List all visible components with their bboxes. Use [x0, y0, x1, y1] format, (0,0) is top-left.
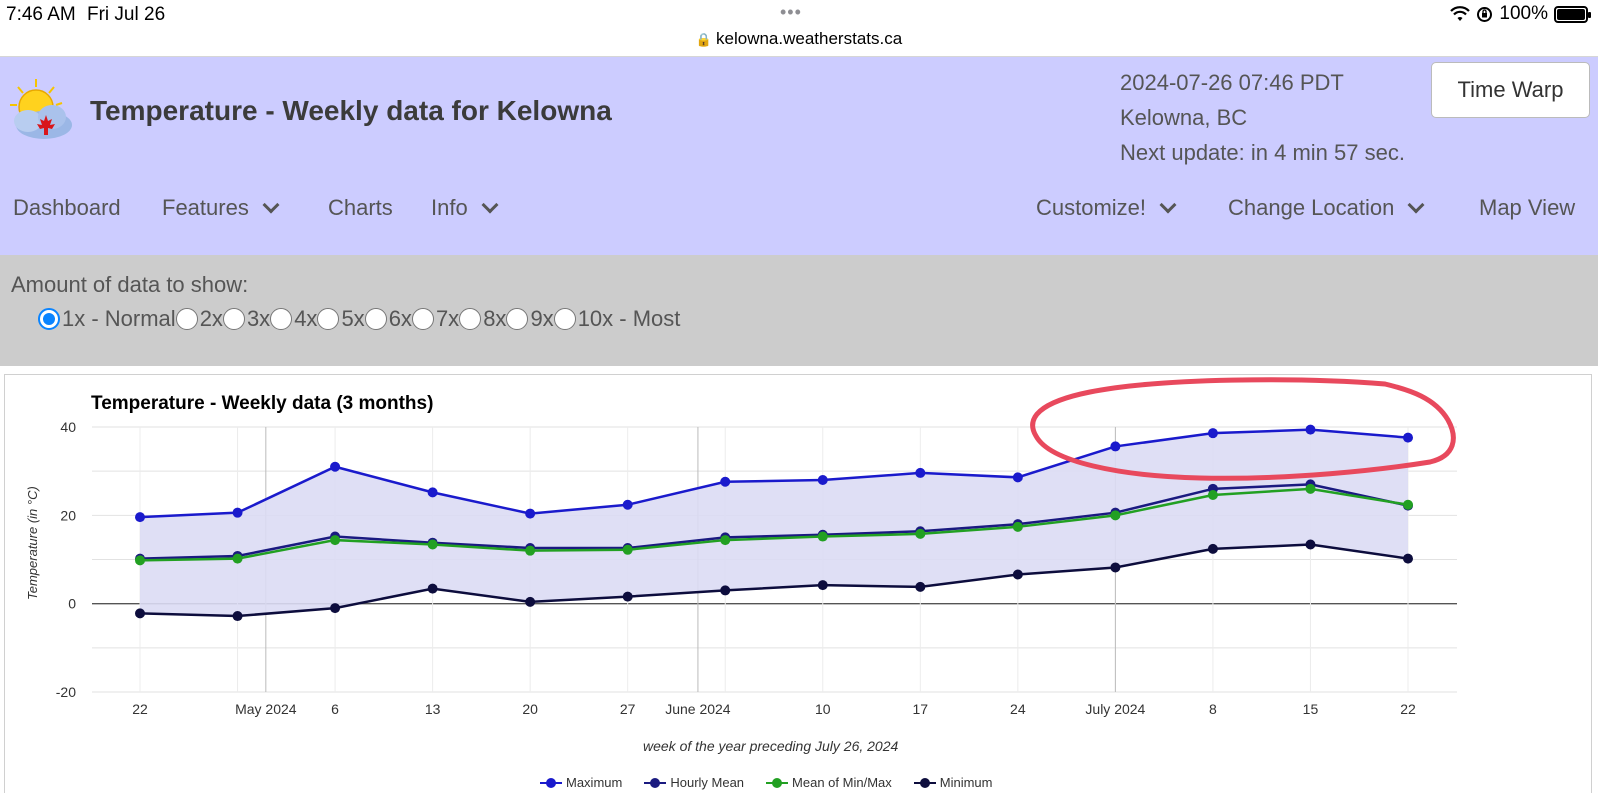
x-tick-label: 20: [522, 701, 538, 717]
x-tick-label: 24: [1010, 701, 1026, 717]
legend-item[interactable]: Hourly Mean: [644, 775, 744, 790]
series-minimum-point: [622, 591, 633, 602]
legend-item[interactable]: Maximum: [540, 775, 622, 790]
series-mean-min-max-point: [427, 539, 438, 550]
series-mean-min-max-point: [330, 535, 341, 546]
series-maximum-point: [1110, 441, 1121, 452]
series-mean-min-max-point: [135, 555, 145, 566]
series-maximum-point: [427, 487, 438, 498]
series-mean-min-max-point: [817, 531, 828, 542]
y-tick-label: 0: [68, 596, 76, 612]
series-mean-min-max-point: [1012, 521, 1023, 532]
series-maximum-point: [1012, 472, 1023, 483]
x-tick-label: 8: [1209, 701, 1217, 717]
series-mean-min-max-point: [1110, 510, 1121, 521]
series-maximum-point: [135, 512, 145, 523]
y-tick-label: 40: [60, 419, 76, 435]
series-minimum-point: [427, 583, 438, 594]
series-maximum-point: [232, 507, 243, 518]
series-minimum-point: [1207, 543, 1218, 554]
series-mean-min-max-point: [232, 553, 243, 564]
legend-label: Mean of Min/Max: [792, 775, 892, 790]
series-minimum-point: [1305, 539, 1316, 550]
series-maximum-point: [622, 499, 633, 510]
series-mean-min-max-point: [1305, 483, 1316, 494]
y-tick-label: -20: [56, 684, 76, 700]
x-month-label: July 2024: [1085, 701, 1145, 717]
x-tick-label: 27: [620, 701, 636, 717]
series-mean-min-max-point: [720, 535, 731, 546]
x-tick-label: 10: [815, 701, 831, 717]
legend-label: Hourly Mean: [670, 775, 745, 790]
x-tick-label: 13: [425, 701, 441, 717]
x-tick-label: 22: [1400, 701, 1416, 717]
legend-marker-icon: [644, 777, 667, 788]
x-month-label: May 2024: [235, 701, 297, 717]
legend-marker-icon: [913, 777, 936, 788]
series-mean-min-max-point: [525, 545, 536, 556]
series-maximum-point: [915, 467, 926, 478]
legend-marker-icon: [766, 777, 789, 788]
series-minimum-point: [915, 581, 926, 592]
series-mean-min-max-point: [1403, 499, 1413, 510]
series-mean-min-max-point: [622, 544, 633, 555]
series-minimum-point: [232, 611, 243, 622]
x-tick-label: 22: [132, 701, 148, 717]
x-axis-label: week of the year preceding July 26, 2024: [643, 738, 899, 754]
series-minimum-point: [1012, 569, 1023, 580]
series-maximum-point: [1207, 428, 1218, 439]
temperature-chart: 40 20 0 -20 22 6 13 20 27 10 17 24 8 15 22 May 2024 June…: [56, 377, 1457, 717]
legend-label: Maximum: [566, 775, 623, 790]
series-maximum-point: [720, 476, 731, 487]
series-maximum-point: [817, 475, 828, 485]
series-maximum-point: [330, 461, 341, 472]
series-minimum-point: [817, 580, 828, 591]
series-minimum-point: [330, 603, 341, 614]
y-axis-label: Temperature (in °C): [25, 486, 40, 600]
series-mean-min-max-point: [1207, 490, 1218, 501]
series-minimum-point: [525, 596, 536, 607]
chart-legend: Maximum Hourly Mean Mean of Min/Max Minimum: [540, 775, 992, 790]
legend-item[interactable]: Mean of Min/Max: [766, 775, 892, 790]
y-tick-label: 20: [60, 507, 76, 523]
series-minimum-point: [720, 585, 731, 596]
legend-label: Minimum: [939, 775, 993, 790]
legend-marker-icon: [540, 777, 562, 788]
legend-item[interactable]: Minimum: [913, 775, 993, 790]
series-minimum-point: [1403, 553, 1413, 564]
x-tick-label: 15: [1303, 701, 1319, 717]
series-maximum-point: [1305, 424, 1316, 435]
series-mean-min-max-point: [915, 528, 926, 539]
series-minimum-point: [1110, 562, 1121, 573]
series-minimum-point: [135, 608, 145, 619]
x-tick-label: 6: [331, 701, 339, 717]
series-maximum-point: [1403, 432, 1413, 443]
x-month-label: June 2024: [665, 701, 731, 717]
x-tick-label: 17: [913, 701, 929, 717]
series-maximum-point: [525, 508, 536, 519]
